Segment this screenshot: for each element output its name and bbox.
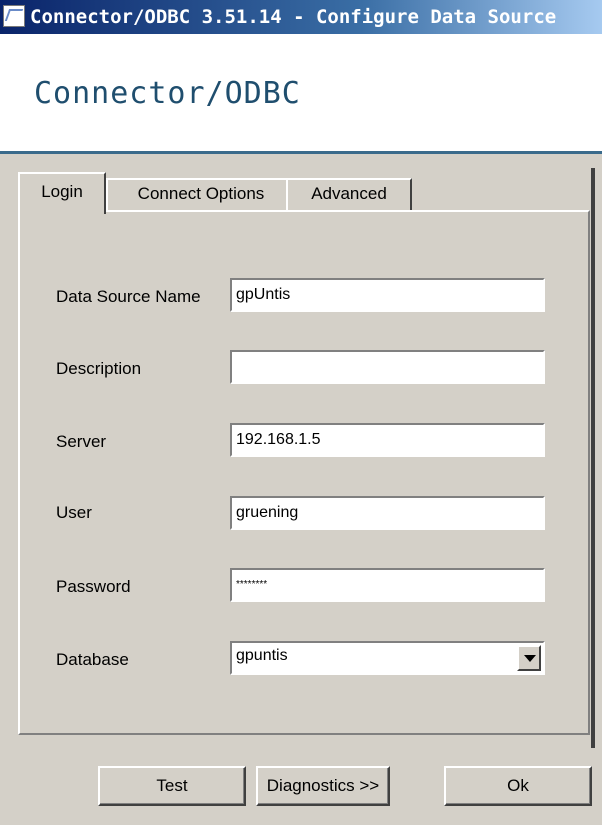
database-combobox[interactable]: gpuntis [230, 641, 545, 675]
odbc-app-icon [3, 5, 25, 27]
dialog-right-border [591, 168, 595, 748]
password-input[interactable] [230, 568, 545, 602]
product-name: Connector/ODBC [34, 76, 301, 111]
description-input[interactable] [230, 350, 545, 384]
banner: Connector/ODBC [0, 34, 602, 154]
user-label: User [56, 503, 92, 522]
database-label: Database [56, 650, 129, 669]
data-source-name-input[interactable] [230, 278, 545, 312]
tab-login[interactable]: Login [18, 172, 106, 214]
data-source-name-label: Data Source Name [56, 287, 201, 306]
title-bar: Connector/ODBC 3.51.14 - Configure Data … [0, 0, 602, 34]
test-button[interactable]: Test [98, 766, 246, 806]
description-label: Description [56, 359, 142, 378]
tab-advanced[interactable]: Advanced [286, 178, 412, 210]
diagnostics-button[interactable]: Diagnostics >> [256, 766, 390, 806]
password-label: Password [56, 577, 131, 596]
ok-button[interactable]: Ok [444, 766, 592, 806]
window-title: Connector/ODBC 3.51.14 - Configure Data … [30, 6, 557, 28]
chevron-down-icon[interactable] [517, 645, 541, 671]
server-label: Server [56, 432, 107, 451]
user-input[interactable] [230, 496, 545, 530]
database-selected-value: gpuntis [236, 647, 288, 664]
server-input[interactable] [230, 423, 545, 457]
tab-connect-options[interactable]: Connect Options [106, 178, 296, 210]
